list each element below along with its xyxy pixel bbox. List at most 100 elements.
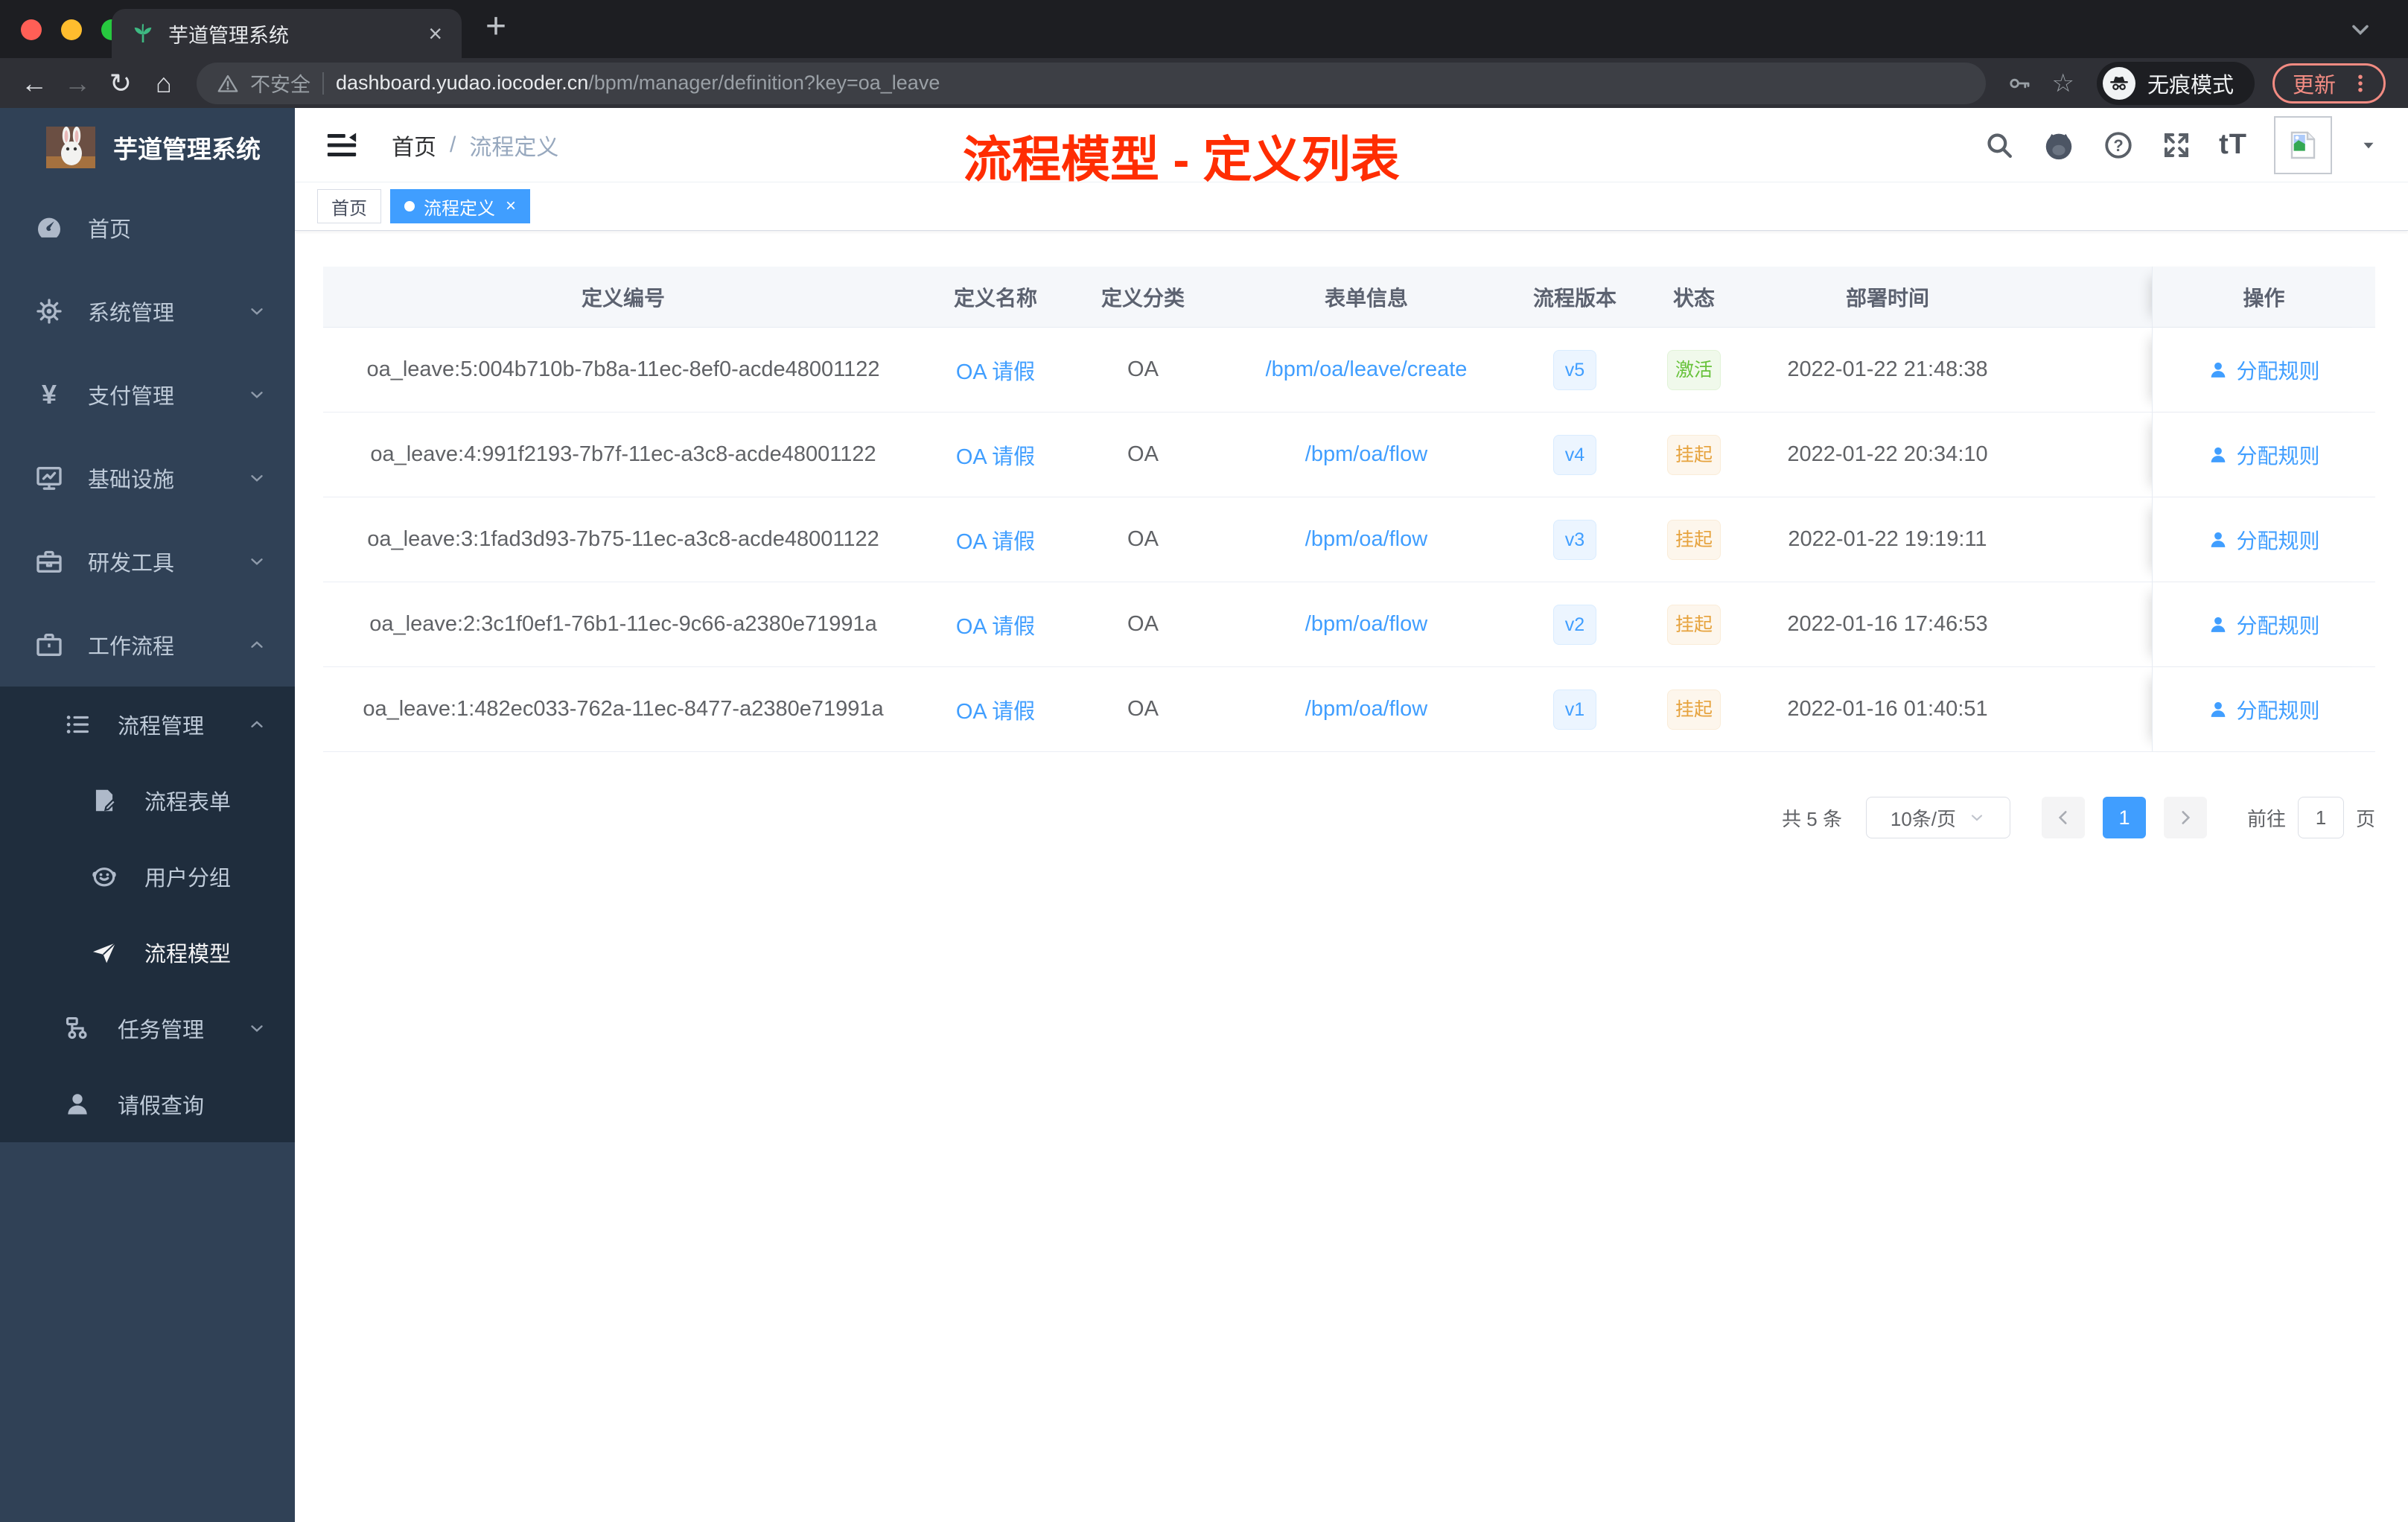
logo-image (46, 126, 95, 168)
sidebar-item-user-group[interactable]: 用户分组 (0, 838, 295, 914)
sidebar-item-system[interactable]: 系统管理 (0, 270, 295, 353)
paper-plane-icon (86, 938, 122, 967)
security-warning-icon (217, 74, 238, 92)
avatar[interactable] (2274, 115, 2332, 174)
deploy-time: 2022-01-16 01:40:51 (1787, 697, 1988, 721)
chevron-down-icon (251, 392, 263, 398)
breadcrumb-current: 流程定义 (469, 135, 559, 160)
user-icon (2211, 617, 2226, 632)
definition-category: OA (1127, 697, 1159, 721)
window-close-button[interactable] (21, 19, 42, 40)
assign-rule-button[interactable]: 分配规则 (2208, 525, 2320, 555)
sidebar-item-infrastructure[interactable]: 基础设施 (0, 436, 295, 520)
home-button[interactable]: ⌂ (144, 68, 183, 99)
select-chevron-icon (1971, 815, 1983, 821)
tag-home[interactable]: 首页 (317, 189, 381, 223)
definition-name-link[interactable]: OA 请假 (923, 667, 1068, 751)
app-title: 芋道管理系统 (113, 135, 261, 163)
form-link[interactable]: /bpm/oa/flow (1218, 667, 1514, 751)
window-minimize-button[interactable] (61, 19, 82, 40)
pagination-total: 共 5 条 (1782, 807, 1842, 830)
definition-name-link[interactable]: OA 请假 (923, 413, 1068, 497)
sidebar-item-payment[interactable]: ¥ 支付管理 (0, 353, 295, 436)
caret-down-icon[interactable] (2359, 136, 2378, 155)
definition-name-link[interactable]: OA 请假 (923, 497, 1068, 582)
sidebar-item-process-management[interactable]: 流程管理 (0, 687, 295, 762)
github-icon[interactable] (2042, 128, 2076, 162)
chevron-up-icon (251, 721, 263, 727)
assign-rule-button[interactable]: 分配规则 (2208, 610, 2320, 640)
tab-title: 芋道管理系统 (168, 24, 289, 47)
sidebar-item-process-form[interactable]: 流程表单 (0, 762, 295, 838)
key-icon[interactable] (2007, 71, 2032, 96)
security-label[interactable]: 不安全 (250, 69, 310, 98)
definition-id: oa_leave:4:991f2193-7b7f-11ec-a3c8-acde4… (370, 442, 876, 466)
annotation-title: 流程模型 - 定义列表 (963, 132, 1400, 187)
version-badge: v2 (1553, 604, 1596, 645)
url-text: dashboard.yudao.iocoder.cn/bpm/manager/d… (336, 71, 940, 94)
chevron-down-icon (251, 475, 263, 482)
search-icon[interactable] (1984, 130, 2015, 161)
back-button[interactable]: ← (15, 68, 54, 99)
assign-rule-button[interactable]: 分配规则 (2208, 695, 2320, 725)
address-bar[interactable]: 不安全 dashboard.yudao.iocoder.cn/bpm/manag… (197, 62, 1987, 104)
bookmark-star-icon[interactable]: ☆ (2051, 69, 2074, 98)
form-link[interactable]: /bpm/oa/flow (1218, 582, 1514, 666)
definition-category: OA (1127, 527, 1159, 551)
forward-button[interactable]: → (58, 68, 97, 99)
table-header-row: 定义编号 定义名称 定义分类 表单信息 流程版本 状态 部署时间 操作 (323, 267, 2375, 328)
app-logo: 芋道管理系统 (0, 108, 295, 186)
tree-icon (60, 1014, 95, 1042)
browser-tab[interactable]: 芋道管理系统 × (112, 9, 462, 58)
toolbox-icon (31, 547, 67, 576)
help-icon[interactable]: ? (2103, 130, 2134, 161)
definition-name-link[interactable]: OA 请假 (923, 328, 1068, 412)
menu-fold-icon[interactable] (325, 128, 359, 162)
tab-close-icon[interactable]: × (428, 22, 442, 45)
sidebar-item-dev-tools[interactable]: 研发工具 (0, 520, 295, 603)
assign-rule-button[interactable]: 分配规则 (2208, 355, 2320, 385)
sidebar-item-leave-query[interactable]: 请假查询 (0, 1066, 295, 1142)
page-size-select[interactable]: 10条/页 (1865, 797, 2010, 838)
tab-strip-chevron-icon[interactable] (2347, 16, 2374, 43)
status-badge: 挂起 (1666, 604, 1721, 645)
table-row: oa_leave:2:3c1f0ef1-76b1-11ec-9c66-a2380… (323, 582, 2375, 667)
definition-category: OA (1127, 357, 1159, 381)
kebab-menu-icon[interactable] (2351, 72, 2370, 95)
version-badge: v3 (1553, 519, 1596, 560)
form-link[interactable]: /bpm/oa/flow (1218, 413, 1514, 497)
sidebar-item-task-management[interactable]: 任务管理 (0, 990, 295, 1066)
chevron-down-icon (251, 1025, 263, 1032)
deploy-time: 2022-01-22 21:48:38 (1787, 357, 1988, 381)
tag-process-definition[interactable]: 流程定义 × (390, 189, 531, 223)
table-row: oa_leave:4:991f2193-7b7f-11ec-a3c8-acde4… (323, 413, 2375, 497)
tag-close-icon[interactable]: × (506, 196, 516, 217)
header-actions: 操作 (2152, 267, 2375, 327)
text-size-icon[interactable]: tT (2219, 129, 2247, 161)
version-badge: v4 (1553, 434, 1596, 475)
version-badge: v1 (1553, 689, 1596, 730)
goto-page-input[interactable] (2297, 797, 2344, 838)
next-page-button[interactable] (2163, 797, 2207, 838)
sidebar-item-workflow[interactable]: 工作流程 (0, 603, 295, 687)
page-number-button[interactable]: 1 (2102, 797, 2146, 838)
gear-icon (31, 296, 67, 326)
new-tab-button[interactable]: + (485, 6, 506, 47)
chevron-down-icon (251, 558, 263, 565)
fullscreen-icon[interactable] (2161, 130, 2192, 161)
status-badge: 挂起 (1666, 434, 1721, 475)
form-link[interactable]: /bpm/oa/flow (1218, 497, 1514, 582)
form-link[interactable]: /bpm/oa/leave/create (1218, 328, 1514, 412)
update-button[interactable]: 更新 (2272, 63, 2386, 104)
breadcrumb-home[interactable]: 首页 (392, 129, 436, 162)
prev-page-button[interactable] (2041, 797, 2085, 838)
sidebar-item-home[interactable]: 首页 (0, 186, 295, 270)
chevron-right-icon (2182, 811, 2191, 824)
version-badge: v5 (1553, 349, 1596, 390)
reload-button[interactable]: ↻ (101, 68, 140, 99)
sidebar-item-process-model[interactable]: 流程模型 (0, 914, 295, 990)
browser-tabstrip: 芋道管理系统 × + (0, 0, 2408, 58)
yen-icon: ¥ (41, 379, 57, 410)
definition-name-link[interactable]: OA 请假 (923, 582, 1068, 666)
assign-rule-button[interactable]: 分配规则 (2208, 440, 2320, 470)
